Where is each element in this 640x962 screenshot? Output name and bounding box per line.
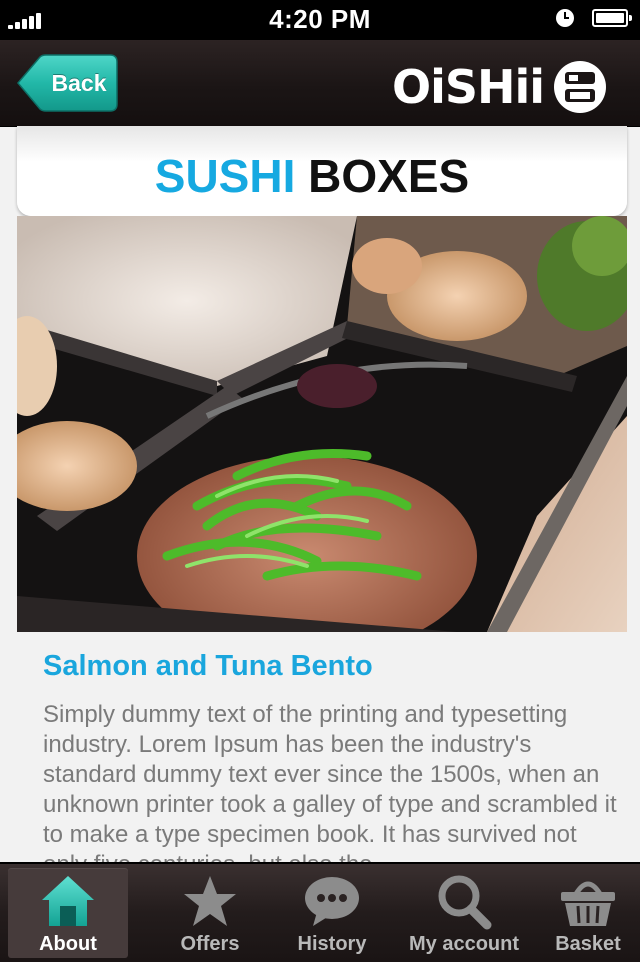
back-button-label: Back (51, 70, 107, 96)
clock-icon (556, 9, 574, 27)
section-title-card: SUSHI BOXES (17, 126, 627, 216)
back-button[interactable]: Back (16, 54, 118, 112)
page-title-part2: BOXES (308, 150, 470, 202)
tab-bar: About Offers History My account Basket (0, 862, 640, 962)
item-title: Salmon and Tuna Bento (43, 650, 373, 682)
battery-icon (592, 9, 632, 27)
tab-my-account[interactable]: My account (404, 868, 524, 958)
star-icon (184, 876, 236, 926)
chat-bubble-icon (305, 877, 359, 926)
basket-icon (561, 881, 615, 926)
status-bar: 4:20 PM (0, 0, 640, 40)
tab-basket-label: Basket (555, 933, 621, 955)
tab-about[interactable]: About (8, 868, 128, 958)
bento-logo-icon (554, 61, 606, 113)
tab-history[interactable]: History (272, 868, 392, 958)
page-title-part1: SUSHI (154, 150, 296, 202)
page-title: SUSHI BOXES (17, 126, 607, 226)
navigation-bar: Back OiSHii (0, 40, 640, 127)
tab-about-label: About (39, 933, 97, 955)
item-description: Simply dummy text of the printing and ty… (43, 701, 617, 878)
home-icon (42, 876, 94, 926)
bento-box-photo (17, 216, 627, 632)
tab-basket[interactable]: Basket (528, 868, 640, 958)
search-icon (438, 875, 492, 930)
brand-logo: OiSHii (392, 60, 545, 114)
status-time: 4:20 PM (269, 4, 371, 34)
